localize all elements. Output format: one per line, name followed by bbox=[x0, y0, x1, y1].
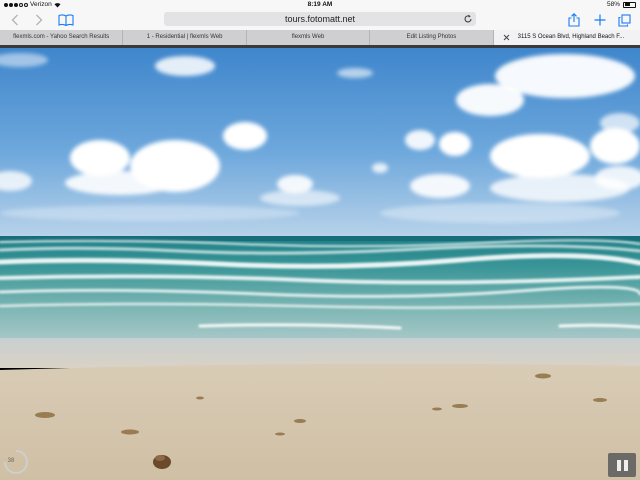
browser-toolbar: tours.fotomatt.net bbox=[0, 10, 640, 30]
status-right: 58% bbox=[607, 1, 636, 8]
new-tab-button[interactable] bbox=[592, 12, 608, 28]
share-icon bbox=[568, 13, 580, 27]
beach-photo[interactable] bbox=[0, 48, 640, 480]
pause-button[interactable] bbox=[608, 453, 636, 477]
reload-icon[interactable] bbox=[463, 14, 473, 24]
battery-percent: 58% bbox=[606, 1, 620, 8]
status-time: 8:19 AM bbox=[307, 1, 333, 8]
tab-bar: flexmls.com - Yahoo Search Results 1 - R… bbox=[0, 30, 640, 45]
share-button[interactable] bbox=[566, 12, 582, 28]
slideshow-counter: 38 bbox=[7, 458, 15, 464]
beach-photo-image bbox=[0, 48, 640, 480]
plus-icon bbox=[594, 14, 606, 26]
tabs-overview-button[interactable] bbox=[616, 12, 632, 28]
book-icon bbox=[58, 14, 74, 26]
tab-flexmls-web[interactable]: flexmls Web bbox=[246, 30, 371, 45]
tab-label: 3115 S Ocean Blvd, Highland Beach F... bbox=[517, 34, 625, 40]
forward-button[interactable] bbox=[32, 12, 46, 28]
pause-icon bbox=[616, 459, 621, 471]
tab-yahoo-search-results[interactable]: flexmls.com - Yahoo Search Results bbox=[0, 30, 124, 45]
address-bar[interactable]: tours.fotomatt.net bbox=[164, 12, 476, 26]
tab-active-listing[interactable]: 3115 S Ocean Blvd, Highland Beach F... bbox=[493, 30, 640, 45]
tab-label: flexmls Web bbox=[291, 34, 325, 40]
back-button[interactable] bbox=[8, 12, 22, 28]
tabs-icon bbox=[617, 13, 631, 27]
tab-edit-listing-photos[interactable]: Edit Listing Photos bbox=[370, 30, 494, 45]
status-bar: Verizon 8:19 AM 58% bbox=[0, 0, 640, 10]
battery-level bbox=[624, 3, 630, 6]
bookmarks-button[interactable] bbox=[56, 12, 76, 28]
chevron-left-icon bbox=[11, 14, 18, 26]
chevron-right-icon bbox=[36, 14, 43, 26]
tab-label: Edit Listing Photos bbox=[406, 34, 457, 40]
url-text: tours.fotomatt.net bbox=[284, 14, 356, 24]
tab-residential-flexmls[interactable]: 1 - Residential | flexmls Web bbox=[123, 30, 247, 45]
tab-label: 1 - Residential | flexmls Web bbox=[146, 34, 223, 40]
close-icon[interactable] bbox=[503, 34, 510, 41]
battery-icon bbox=[623, 1, 636, 8]
coconut bbox=[153, 455, 171, 469]
tab-label: flexmls.com - Yahoo Search Results bbox=[13, 34, 110, 40]
